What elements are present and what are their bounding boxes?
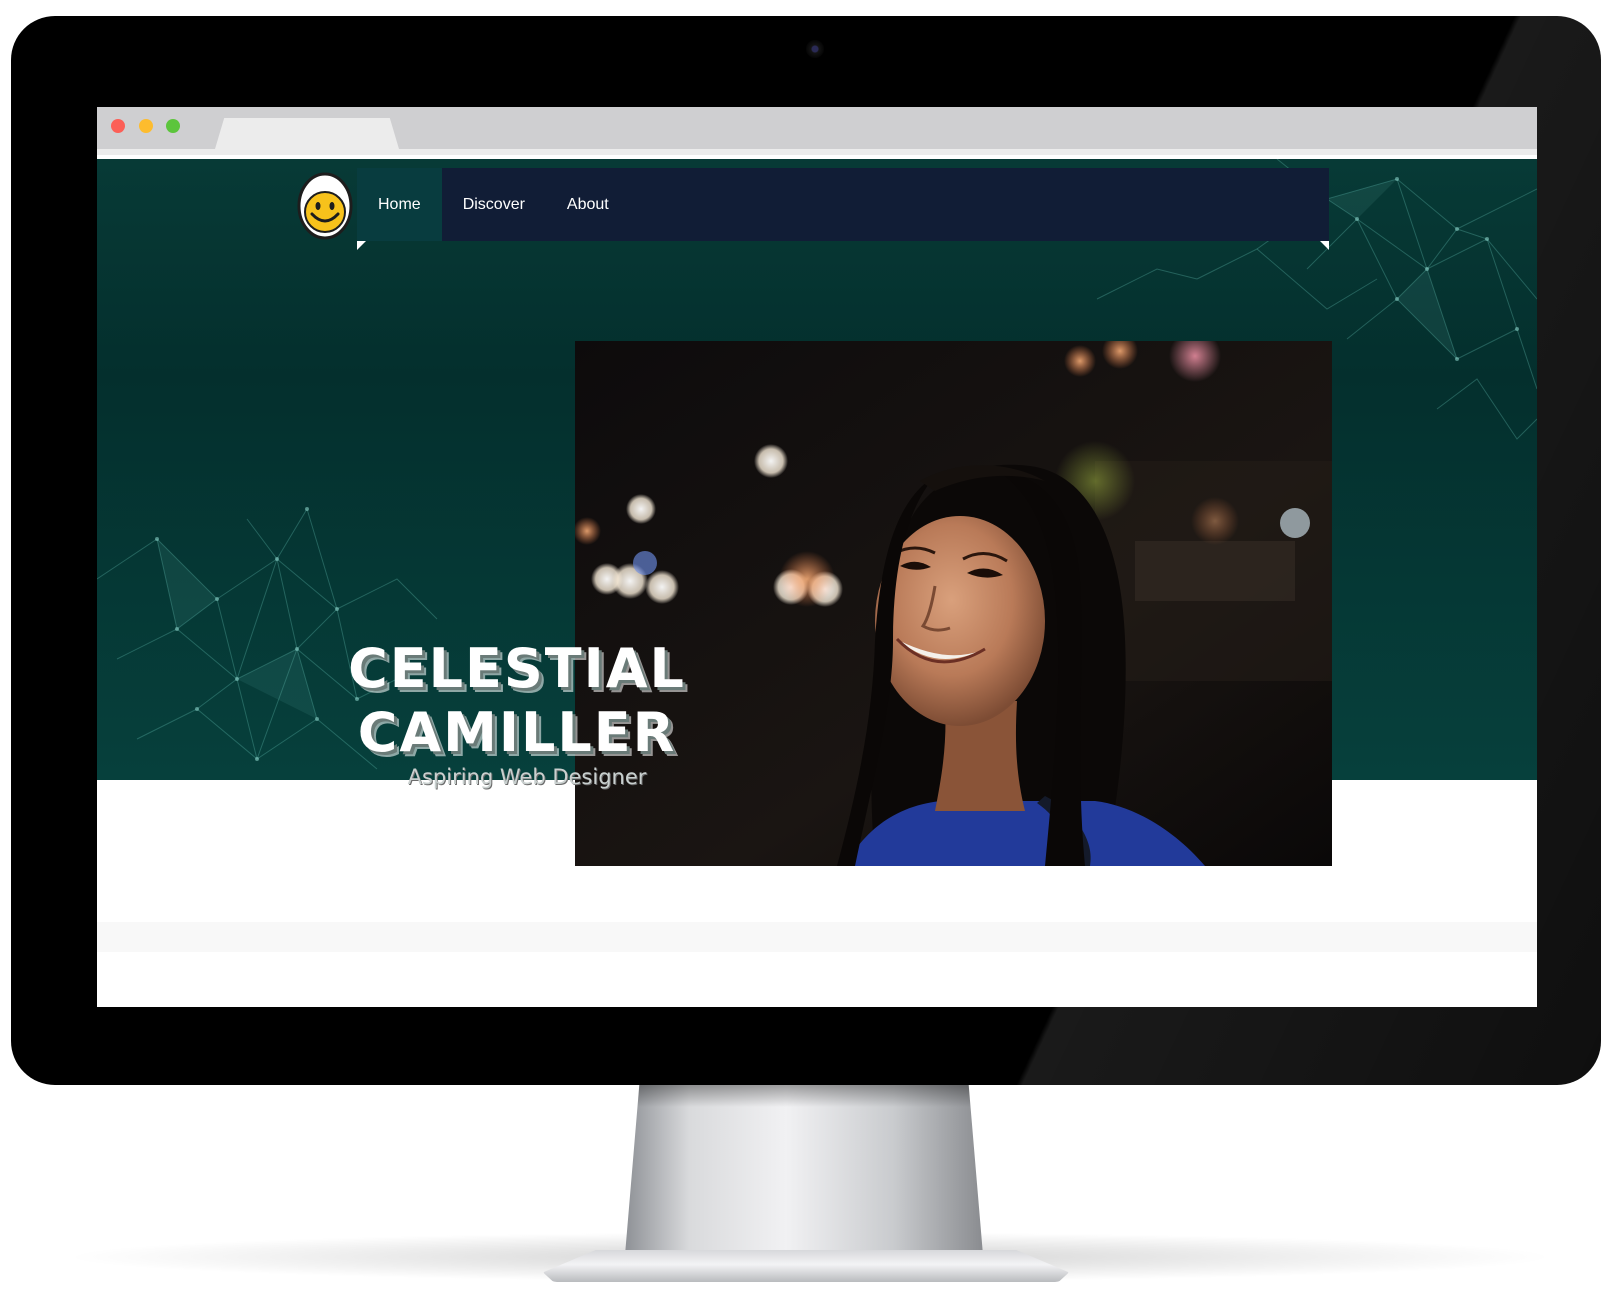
monitor-stand-neck bbox=[625, 1085, 983, 1255]
nav-item-about[interactable]: About bbox=[546, 168, 630, 241]
minimize-dot-icon[interactable] bbox=[139, 119, 153, 133]
section-divider-band bbox=[97, 922, 1537, 952]
nav-item-home[interactable]: Home bbox=[357, 168, 442, 241]
browser-tab[interactable] bbox=[215, 118, 399, 149]
smiley-egg-icon[interactable] bbox=[296, 168, 354, 240]
hero-name-line2: CAMILLER bbox=[357, 701, 677, 764]
hero-name-line1: CELESTIAL bbox=[348, 637, 686, 700]
close-dot-icon[interactable] bbox=[111, 119, 125, 133]
monitor-frame: Home Discover About CELESTIAL CAMILLER A… bbox=[11, 16, 1601, 1085]
nav-ribbon-fold-left bbox=[357, 241, 366, 250]
monitor-stand-base bbox=[543, 1250, 1069, 1282]
main-navigation: Home Discover About bbox=[357, 168, 1329, 241]
nav-item-label: Discover bbox=[462, 195, 525, 213]
nav-item-discover[interactable]: Discover bbox=[442, 168, 546, 241]
hero-subtitle: Aspiring Web Designer bbox=[407, 765, 647, 789]
nav-item-label: About bbox=[566, 195, 609, 213]
hero-name-heading: CELESTIAL CAMILLER bbox=[317, 637, 717, 765]
webcam-icon bbox=[806, 40, 824, 58]
nav-ribbon-fold-right bbox=[1320, 241, 1329, 250]
maximize-dot-icon[interactable] bbox=[166, 119, 180, 133]
browser-window: Home Discover About CELESTIAL CAMILLER A… bbox=[97, 107, 1537, 1007]
browser-titlebar bbox=[97, 107, 1537, 155]
nav-item-label: Home bbox=[378, 195, 421, 213]
